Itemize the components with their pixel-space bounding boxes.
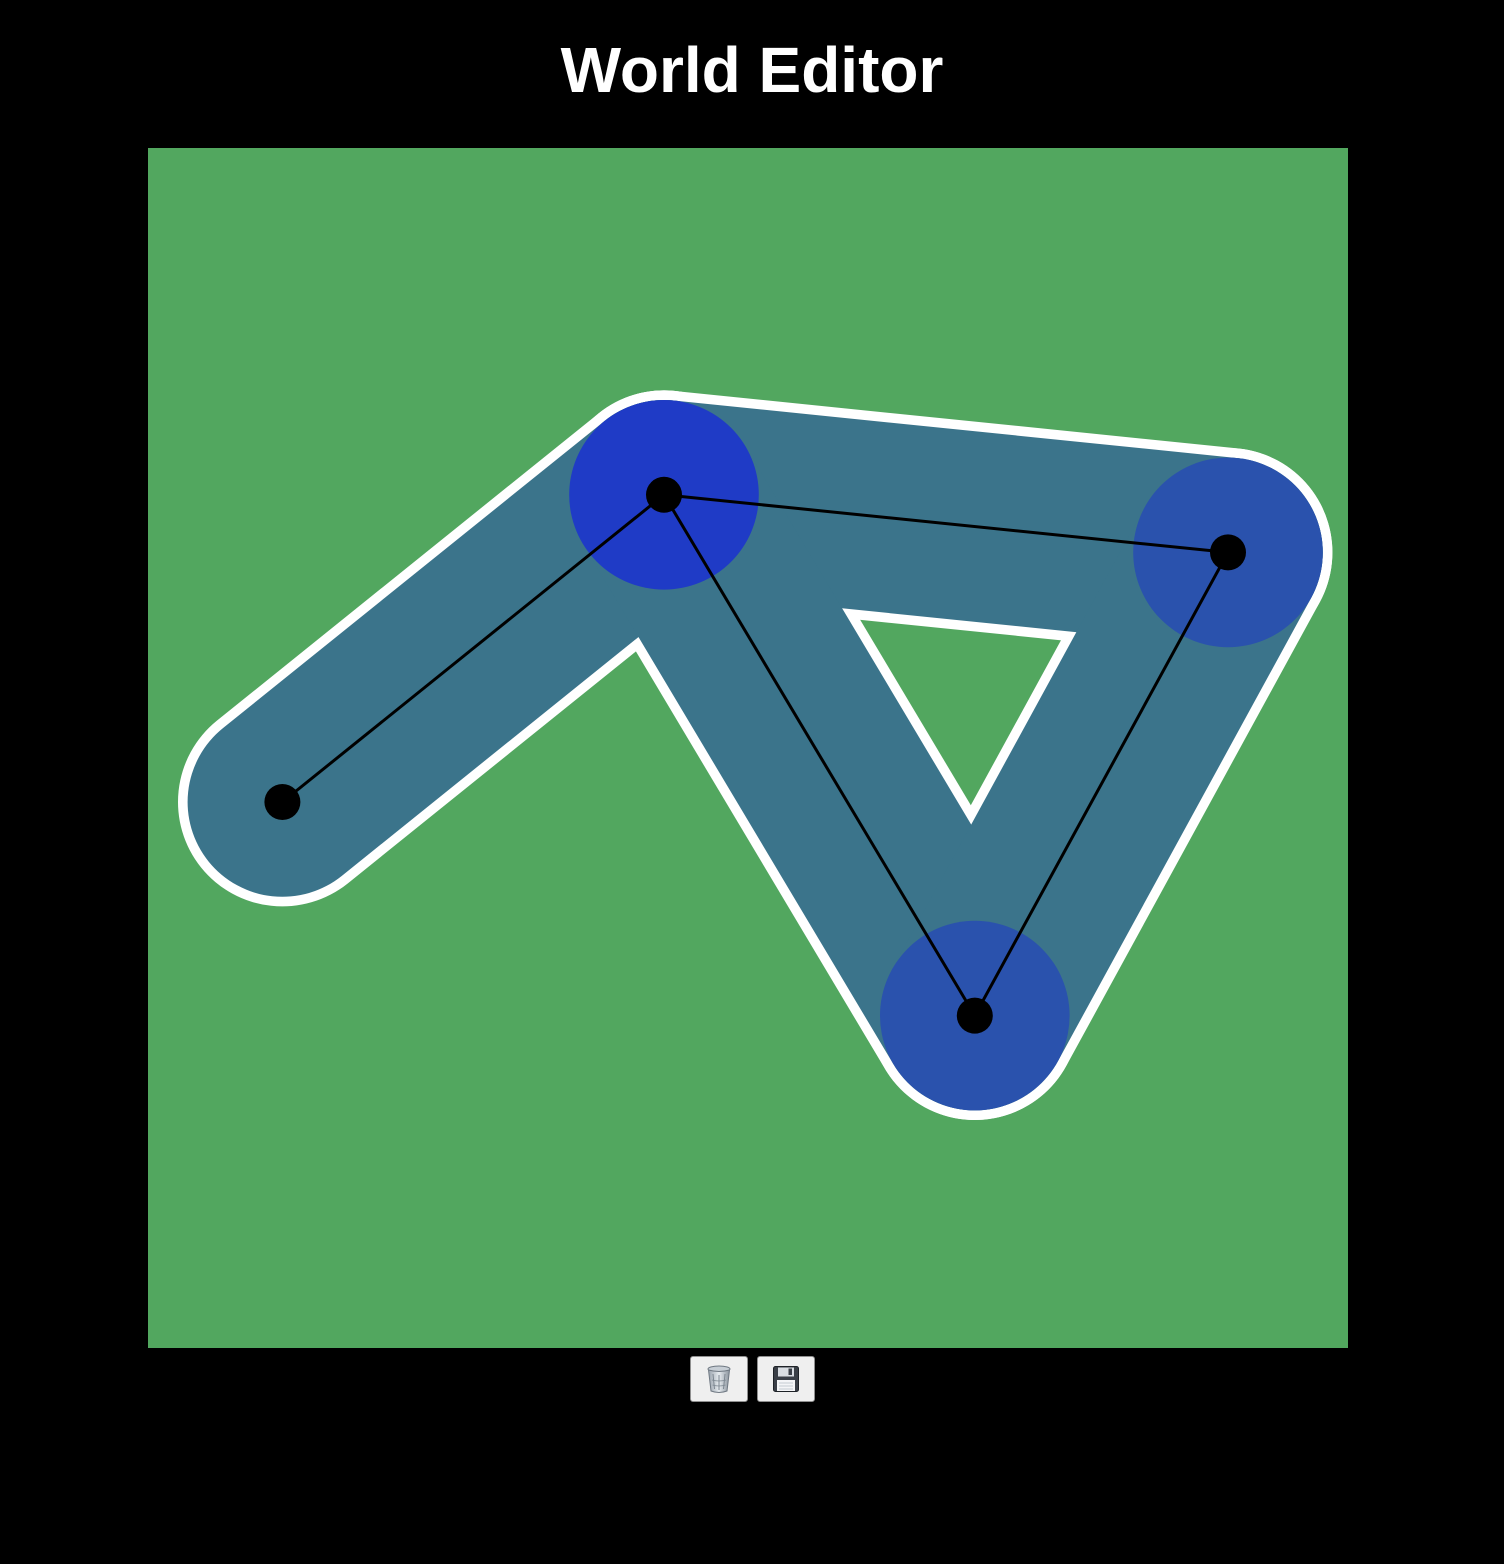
world-canvas-container xyxy=(148,148,1348,1348)
graph-point-3[interactable] xyxy=(1210,534,1246,571)
page-title: World Editor xyxy=(560,34,944,106)
world-canvas[interactable] xyxy=(148,148,1348,1348)
save-button[interactable] xyxy=(756,1356,815,1402)
world-editor-app: World Editor xyxy=(0,0,1504,1564)
toolbar xyxy=(0,1356,1504,1402)
graph-point-2[interactable] xyxy=(646,476,682,513)
graph-point-1[interactable] xyxy=(264,784,301,820)
dispose-button[interactable] xyxy=(689,1356,748,1402)
graph-point-4[interactable] xyxy=(956,997,993,1034)
floppy-disk-icon xyxy=(772,1365,800,1393)
trash-can-icon xyxy=(705,1364,733,1394)
